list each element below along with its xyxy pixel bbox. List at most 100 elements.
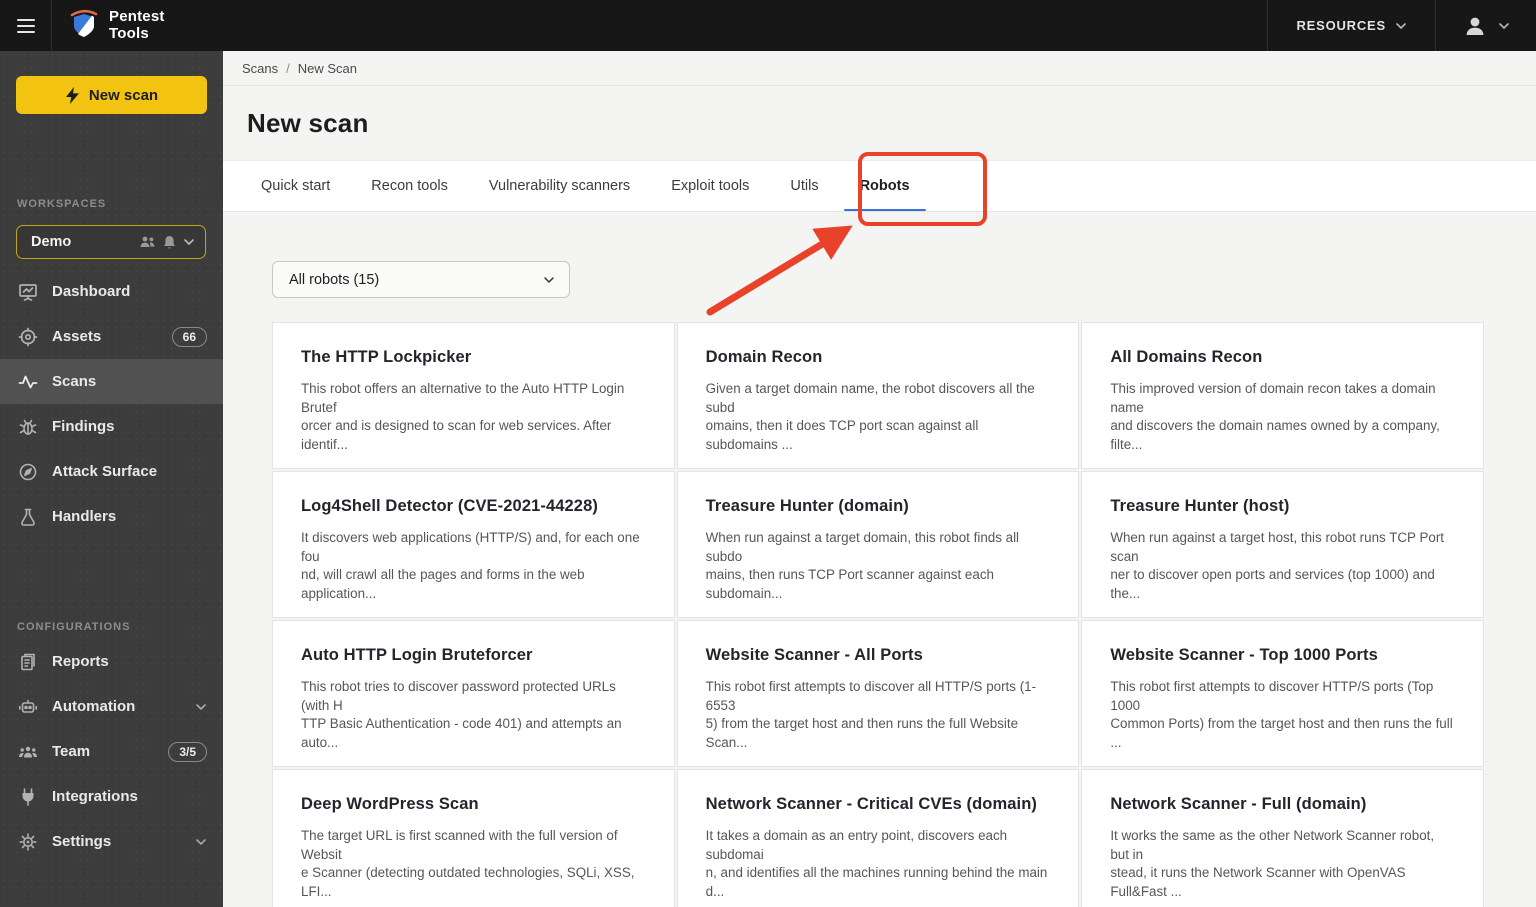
sidebar-item-findings[interactable]: Findings [0, 404, 223, 449]
robot-card-title: Website Scanner - Top 1000 Ports [1110, 646, 1378, 664]
robot-card-description: This improved version of domain recon ta… [1110, 381, 1440, 452]
robot-card[interactable]: Website Scanner - Top 1000 Ports This ro… [1081, 620, 1484, 767]
robot-card[interactable]: Treasure Hunter (domain) When run agains… [676, 471, 1080, 618]
robots-filter-selected: All robots (15) [289, 271, 380, 288]
robot-card[interactable]: The HTTP Lockpicker This robot offers an… [272, 322, 675, 469]
team-icon [17, 741, 38, 762]
sidebar-item-integrations[interactable]: Integrations [0, 774, 223, 819]
flask-icon [17, 506, 38, 527]
target-icon [17, 326, 38, 347]
tab-vulnerability-scanners[interactable]: Vulnerability scanners [489, 160, 630, 212]
tab-exploit-tools[interactable]: Exploit tools [671, 160, 749, 212]
robot-card[interactable]: Network Scanner - Full (domain) It works… [1081, 769, 1484, 907]
robot-card-title: Log4Shell Detector (CVE-2021-44228) [301, 497, 598, 515]
sidebar-item-handlers[interactable]: Handlers [0, 494, 223, 539]
robot-card[interactable]: Network Scanner - Critical CVEs (domain)… [676, 769, 1080, 907]
sidebar-item-label: Scans [52, 373, 97, 390]
sidebar-item-scans[interactable]: Scans [0, 359, 223, 404]
robot-card-title: Domain Recon [705, 348, 823, 366]
breadcrumb-separator: / [286, 60, 290, 76]
robot-card-description: This robot tries to discover password pr… [301, 679, 622, 750]
robot-card-description: When run against a target host, this rob… [1110, 530, 1445, 601]
sidebar-item-attack-surface[interactable]: Attack Surface [0, 449, 223, 494]
bell-icon [164, 235, 175, 249]
robot-card-description: The target URL is first scanned with the… [301, 828, 635, 899]
tab-robots[interactable]: Robots [843, 160, 926, 212]
robot-card-title: All Domains Recon [1110, 348, 1263, 366]
robot-card-description: This robot first attempts to discover HT… [1110, 679, 1453, 750]
robot-card-description: It takes a domain as an entry point, dis… [705, 828, 1048, 899]
chevron-down-icon [184, 239, 194, 246]
gear-icon [17, 831, 38, 852]
sidebar-item-settings[interactable]: Settings [0, 819, 223, 864]
robot-cards-grid: The HTTP Lockpicker This robot offers an… [272, 322, 1484, 907]
sidebar-item-label: Team [52, 743, 91, 760]
robot-card[interactable]: Treasure Hunter (host) When run against … [1081, 471, 1484, 618]
sidebar-item-reports[interactable]: Reports [0, 639, 223, 684]
sidebar-item-label: Assets [52, 328, 102, 345]
members-icon [140, 236, 155, 247]
robots-filter-dropdown[interactable]: All robots (15) [272, 261, 570, 298]
resources-label: RESOURCES [1296, 18, 1386, 33]
hamburger-icon [16, 18, 35, 33]
chevron-down-icon [1396, 22, 1406, 29]
tab-quick-start[interactable]: Quick start [261, 160, 330, 212]
lightning-bolt-icon [65, 86, 79, 104]
robot-icon [17, 696, 38, 717]
breadcrumb: Scans / New Scan [223, 51, 1536, 86]
robot-card-description: When run against a target domain, this r… [705, 530, 1020, 601]
tab-utils[interactable]: Utils [790, 160, 818, 212]
configurations-section-label: CONFIGURATIONS [17, 621, 131, 633]
hamburger-menu-button[interactable] [0, 0, 52, 51]
robot-card-title: Treasure Hunter (domain) [705, 497, 909, 515]
tab-recon-tools[interactable]: Recon tools [371, 160, 448, 212]
breadcrumb-scans-link[interactable]: Scans [242, 61, 278, 76]
workspaces-section-label: WORKSPACES [17, 198, 107, 210]
robot-card[interactable]: Log4Shell Detector (CVE-2021-44228) It d… [272, 471, 675, 618]
brand-logo[interactable]: Pentest Tools [52, 7, 165, 44]
sidebar-item-automation[interactable]: Automation [0, 684, 223, 729]
robot-card-title: Website Scanner - All Ports [705, 646, 923, 664]
robot-card-title: The HTTP Lockpicker [301, 348, 472, 366]
top-header: Pentest Tools RESOURCES [0, 0, 1536, 51]
workspace-name: Demo [31, 234, 72, 250]
workspace-selector[interactable]: Demo [16, 225, 206, 259]
robot-card[interactable]: Auto HTTP Login Bruteforcer This robot t… [272, 620, 675, 767]
sidebar-item-label: Automation [52, 698, 136, 715]
robot-card[interactable]: All Domains Recon This improved version … [1081, 322, 1484, 469]
sidebar-item-label: Attack Surface [52, 463, 158, 480]
robot-card-description: This robot offers an alternative to the … [301, 381, 625, 452]
robot-card-title: Network Scanner - Critical CVEs (domain) [705, 795, 1037, 813]
primary-nav: Dashboard Assets 66 Scans Findings Attac… [0, 269, 223, 539]
sidebar-item-team[interactable]: Team 3/5 [0, 729, 223, 774]
sidebar-item-label: Findings [52, 418, 115, 435]
main-content: Scans / New Scan New scan Quick start Re… [223, 51, 1536, 907]
sidebar-item-label: Handlers [52, 508, 117, 525]
app-window: Pentest Tools RESOURCES New scan WORKSPA… [0, 0, 1536, 907]
sidebar-item-assets[interactable]: Assets 66 [0, 314, 223, 359]
resources-menu[interactable]: RESOURCES [1267, 0, 1436, 51]
report-icon [17, 651, 38, 672]
page-title: New scan [247, 108, 369, 138]
compass-icon [17, 461, 38, 482]
team-count-badge: 3/5 [168, 741, 207, 762]
new-scan-button[interactable]: New scan [16, 76, 207, 114]
robot-card-description: Given a target domain name, the robot di… [705, 381, 1035, 452]
bug-icon [17, 416, 38, 437]
sidebar-item-dashboard[interactable]: Dashboard [0, 269, 223, 314]
pulse-icon [17, 371, 38, 392]
sidebar-item-label: Dashboard [52, 283, 131, 300]
account-menu[interactable] [1436, 0, 1536, 51]
robot-card[interactable]: Domain Recon Given a target domain name,… [676, 322, 1080, 469]
brand-name: Pentest Tools [109, 8, 165, 42]
robot-card[interactable]: Website Scanner - All Ports This robot f… [676, 620, 1080, 767]
robot-card-title: Treasure Hunter (host) [1110, 497, 1290, 515]
sidebar-item-label: Integrations [52, 788, 138, 805]
robot-card-title: Deep WordPress Scan [301, 795, 479, 813]
robot-card[interactable]: Deep WordPress Scan The target URL is fi… [272, 769, 675, 907]
robot-card-title: Network Scanner - Full (domain) [1110, 795, 1367, 813]
plug-icon [17, 786, 38, 807]
chevron-down-icon [544, 276, 554, 283]
robot-card-description: It works the same as the other Network S… [1110, 828, 1435, 899]
breadcrumb-current: New Scan [297, 60, 358, 76]
